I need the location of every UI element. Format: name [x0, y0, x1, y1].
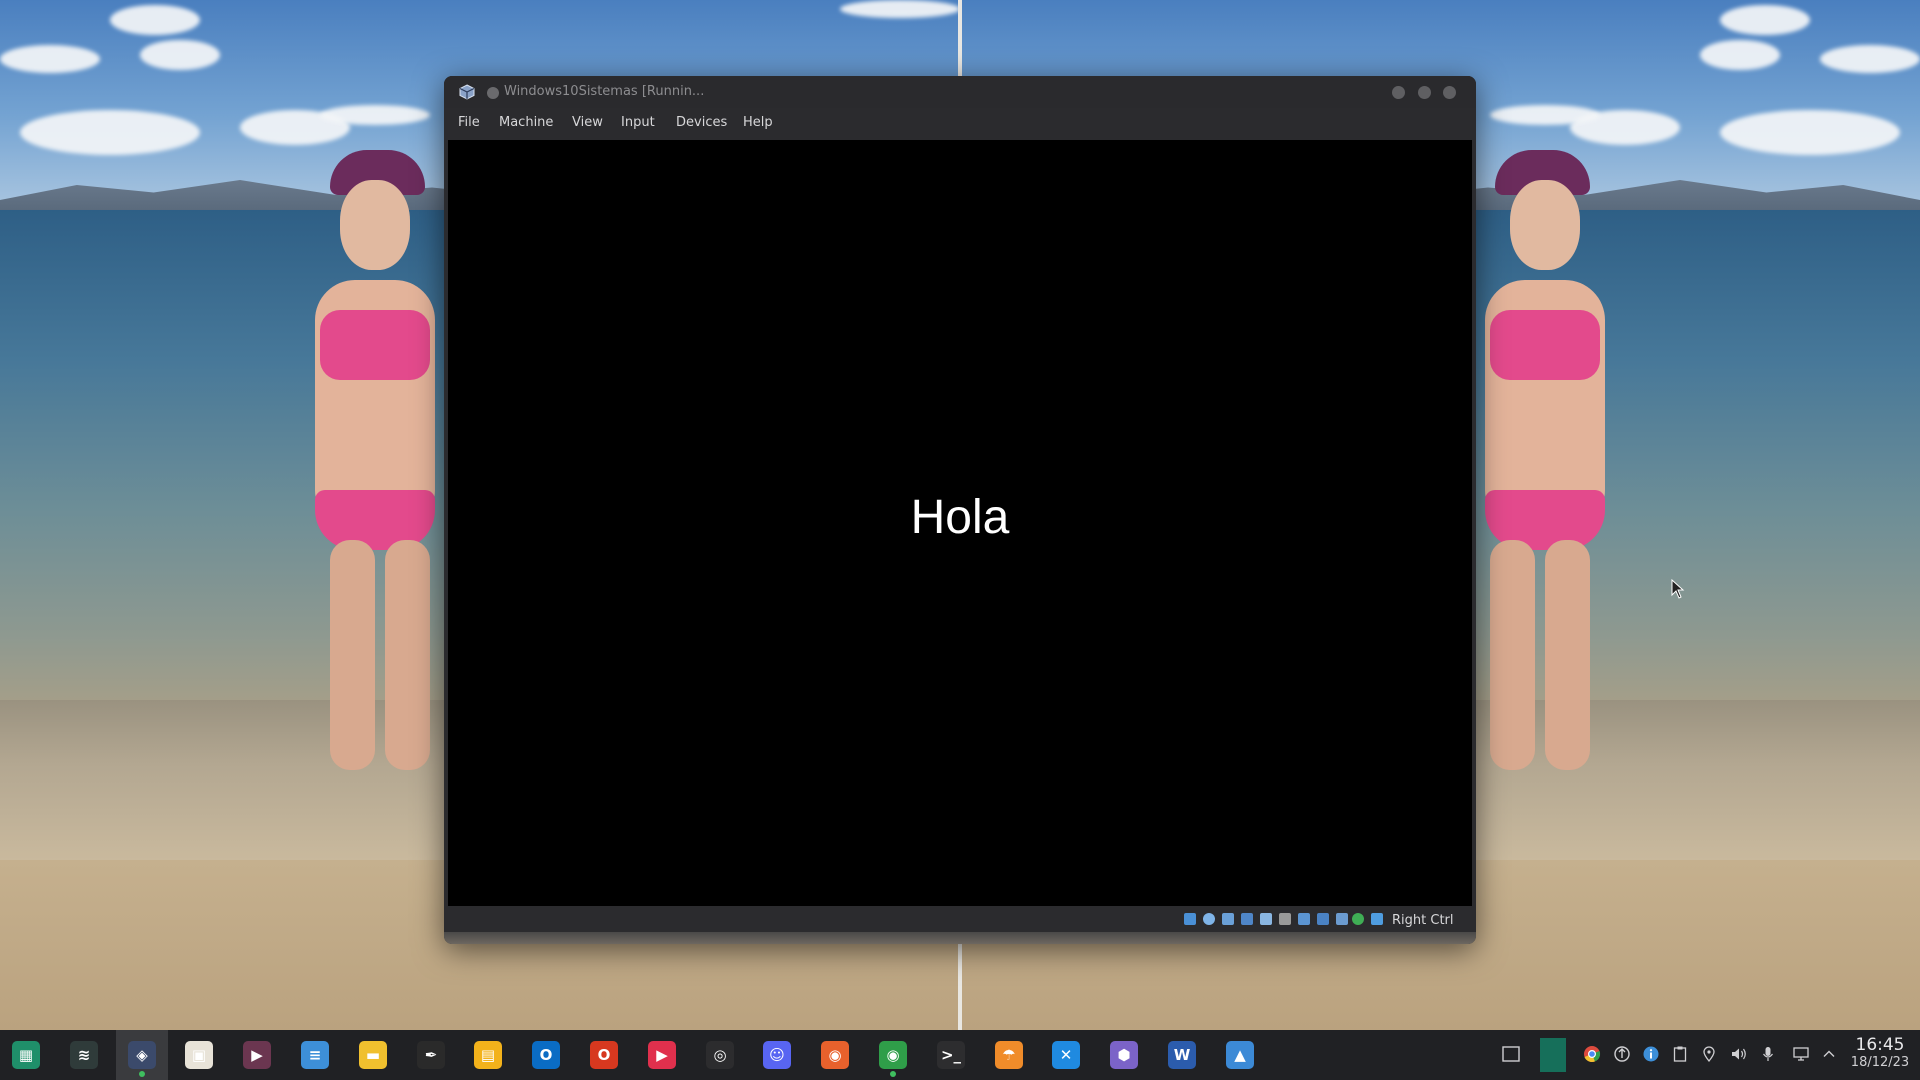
video-capture-icon[interactable] [1317, 913, 1329, 925]
microphone-icon[interactable] [1759, 1045, 1777, 1063]
taskbar-office[interactable]: O [578, 1030, 630, 1080]
taskbar-firefox[interactable]: ◉ [809, 1030, 861, 1080]
word-icon: W [1168, 1041, 1196, 1069]
menu-input[interactable]: Input [621, 115, 655, 130]
taskbar-bookmark-app[interactable]: ☂ [983, 1030, 1035, 1080]
window-bottom-edge [444, 932, 1476, 944]
taskbar-system-monitor[interactable]: ≋ [58, 1030, 110, 1080]
taskbar-video-editor[interactable]: ▶ [231, 1030, 283, 1080]
cube-icon: ⬢ [1110, 1041, 1138, 1069]
taskbar-app-launcher[interactable]: ▦ [0, 1030, 52, 1080]
taskbar-terminal[interactable]: >_ [925, 1030, 977, 1080]
menu-machine[interactable]: Machine [499, 115, 553, 130]
terminal-icon: >_ [937, 1041, 965, 1069]
workspace-pager-icon[interactable] [1540, 1038, 1566, 1072]
taskbar-package-app[interactable]: ⬢ [1098, 1030, 1150, 1080]
taskbar-vscode[interactable]: ✕ [1040, 1030, 1092, 1080]
taskbar-chrome[interactable]: ◉ [867, 1030, 919, 1080]
menu-help[interactable]: Help [743, 115, 773, 130]
chrome-tray-icon[interactable] [1583, 1045, 1601, 1063]
optical-disk-icon[interactable] [1203, 913, 1215, 925]
usb-icon[interactable] [1260, 913, 1272, 925]
taskbar-obs[interactable]: ◎ [694, 1030, 746, 1080]
menu-view[interactable]: View [572, 115, 603, 130]
taskbar-notes[interactable]: ≡ [289, 1030, 341, 1080]
running-indicator [139, 1071, 145, 1077]
virtualbox-icon: ◈ [128, 1041, 156, 1069]
network-icon[interactable] [1241, 913, 1253, 925]
chevron-up-icon[interactable] [1820, 1045, 1838, 1063]
window-status-dot [487, 87, 499, 99]
outlook-icon: O [532, 1041, 560, 1069]
clock-time: 16:45 [1855, 1035, 1905, 1055]
close-button[interactable] [1443, 86, 1456, 99]
launcher-icon: ▦ [12, 1041, 40, 1069]
hard-disk-icon[interactable] [1184, 913, 1196, 925]
minimize-button[interactable] [1392, 86, 1405, 99]
chrome-icon: ◉ [879, 1041, 907, 1069]
vscode-icon: ✕ [1052, 1041, 1080, 1069]
office-icon: O [590, 1041, 618, 1069]
taskbar-pen-tool[interactable]: ✒ [405, 1030, 457, 1080]
vm-status-bar: Right Ctrl [444, 906, 1476, 932]
clock[interactable]: 16:45 18/12/23 [1846, 1035, 1914, 1070]
umbrella-icon: ☂ [995, 1041, 1023, 1069]
clipboard-icon[interactable] [1671, 1045, 1689, 1063]
running-indicator [890, 1071, 896, 1077]
image-icon: ▲ [1226, 1041, 1254, 1069]
virtualbox-icon [459, 84, 475, 100]
taskbar-outlook[interactable]: O [520, 1030, 572, 1080]
window-title: Windows10Sistemas [Runnin... [504, 84, 705, 99]
taskbar-virtualbox[interactable]: ◈ [116, 1030, 168, 1080]
audio-icon[interactable] [1222, 913, 1234, 925]
guest-display[interactable]: Hola [448, 140, 1472, 906]
window-titlebar[interactable]: Windows10Sistemas [Runnin... [444, 76, 1476, 108]
taskbar-image-viewer[interactable]: ▲ [1214, 1030, 1266, 1080]
video-editor-icon: ▶ [243, 1041, 271, 1069]
info-icon[interactable] [1642, 1045, 1660, 1063]
store-icon: ▣ [185, 1041, 213, 1069]
virtualbox-vm-window[interactable]: Windows10Sistemas [Runnin... File Machin… [444, 76, 1476, 944]
mouse-integration-icon[interactable] [1371, 913, 1383, 925]
recording-icon[interactable] [1336, 913, 1348, 925]
menu-file[interactable]: File [458, 115, 480, 130]
pen-icon: ✒ [417, 1041, 445, 1069]
play-icon: ▶ [648, 1041, 676, 1069]
discord-icon: ☺ [763, 1041, 791, 1069]
taskbar-file-manager[interactable]: ▬ [347, 1030, 399, 1080]
taskbar-word[interactable]: W [1156, 1030, 1208, 1080]
updates-icon[interactable] [1613, 1045, 1631, 1063]
volume-icon[interactable] [1730, 1045, 1748, 1063]
obs-icon: ◎ [706, 1041, 734, 1069]
menu-devices[interactable]: Devices [676, 115, 727, 130]
clock-date: 18/12/23 [1850, 1055, 1910, 1070]
menu-bar: File Machine View Input Devices Help [444, 108, 1476, 138]
network-icon[interactable] [1792, 1045, 1810, 1063]
taskbar-store[interactable]: ▣ [173, 1030, 225, 1080]
host-key-label[interactable]: Right Ctrl [1392, 913, 1454, 928]
taskbar-discord[interactable]: ☺ [751, 1030, 803, 1080]
show-desktop-icon[interactable] [1502, 1045, 1520, 1063]
system-monitor-icon: ≋ [70, 1041, 98, 1069]
maximize-button[interactable] [1418, 86, 1431, 99]
shared-folder-icon[interactable] [1279, 913, 1291, 925]
taskbar: ▦ ≋ ◈ ▣ ▶ ≡ ▬ ✒ ▤ O O ▶ ◎ ☺ ◉ ◉ >_ ☂ ✕ ⬢ W ▲ 16:45 18/12/23 [0, 1030, 1920, 1080]
taskbar-files[interactable]: ▤ [462, 1030, 514, 1080]
firefox-icon: ◉ [821, 1041, 849, 1069]
location-icon[interactable] [1700, 1045, 1718, 1063]
folder-icon: ▬ [359, 1041, 387, 1069]
files-icon: ▤ [474, 1041, 502, 1069]
cpu-icon[interactable] [1352, 913, 1364, 925]
notes-icon: ≡ [301, 1041, 329, 1069]
wallpaper-person [290, 150, 460, 790]
taskbar-media-player[interactable]: ▶ [636, 1030, 688, 1080]
guest-greeting-text: Hola [910, 491, 1010, 544]
display-icon[interactable] [1298, 913, 1310, 925]
mouse-cursor-icon [1671, 579, 1685, 599]
